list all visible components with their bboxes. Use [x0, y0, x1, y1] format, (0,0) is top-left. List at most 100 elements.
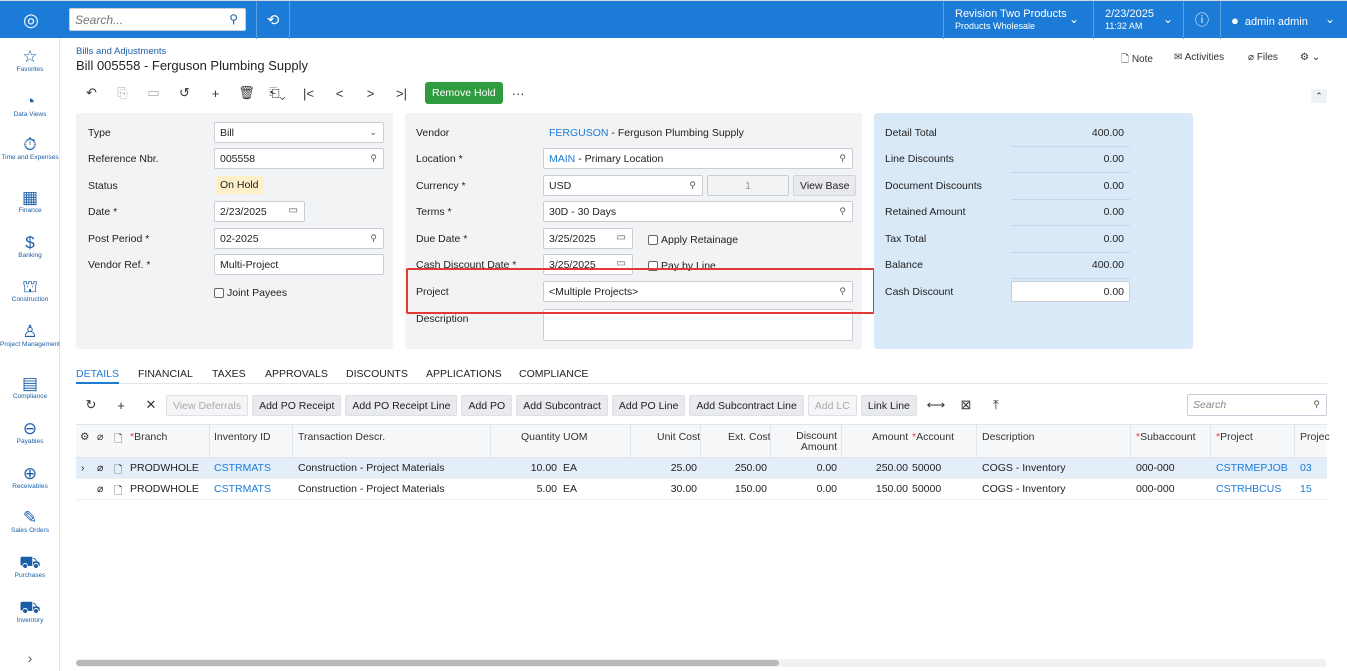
cell-project[interactable]: CSTRHBCUS	[1216, 483, 1281, 495]
upload-icon[interactable]: ⤒	[981, 397, 1011, 413]
column-ext-cost[interactable]: Ext. Cost	[728, 431, 771, 443]
search-icon[interactable]: ⚲	[839, 206, 846, 217]
add-row-icon[interactable]: +	[106, 398, 136, 413]
cell-task[interactable]: 15	[1300, 483, 1312, 495]
add-icon[interactable]: +	[200, 86, 231, 101]
tab-financial[interactable]: FINANCIAL	[138, 368, 193, 380]
view-deferrals-button[interactable]: View Deferrals	[166, 394, 249, 416]
delete-row-icon[interactable]: ✕	[136, 397, 166, 413]
vendor-ref-field[interactable]: Multi-Project	[214, 254, 384, 275]
column-project[interactable]: *Project	[1216, 431, 1253, 443]
company-selector[interactable]: Revision Two Products Products Wholesale…	[943, 1, 1093, 39]
checkbox-icon[interactable]	[214, 288, 224, 298]
sidebar-item-favorites[interactable]: ☆ Favorites	[0, 48, 60, 74]
previous-record-icon[interactable]: <	[324, 86, 355, 101]
column-discount-amount[interactable]: Discount Amount	[787, 431, 837, 453]
cell-project[interactable]: CSTRMEPJOB	[1216, 462, 1288, 474]
sidebar-item-data-views[interactable]: ◔ Data Views	[0, 93, 60, 119]
apply-retainage-checkbox[interactable]: Apply Retainage	[648, 234, 738, 246]
activities-button[interactable]: ✉ Activities	[1174, 52, 1224, 63]
copy-paste-icon[interactable]: ⎗⌄	[262, 85, 293, 101]
refresh-icon[interactable]: ↻	[76, 397, 106, 413]
paperclip-icon[interactable]: ⌀	[97, 483, 103, 495]
breadcrumb[interactable]: Bills and Adjustments	[76, 46, 166, 57]
expand-row-icon[interactable]: ›	[81, 462, 85, 474]
user-menu[interactable]: ● admin admin ⌄	[1221, 1, 1347, 39]
sidebar-item-sales-orders[interactable]: ✎ Sales Orders	[0, 509, 60, 535]
search-icon[interactable]: ⚲	[370, 153, 377, 164]
search-icon[interactable]: ⚲	[370, 233, 377, 244]
grid-search-input[interactable]: Search ⚲	[1187, 394, 1327, 416]
delete-icon[interactable]: 🗑	[231, 85, 262, 101]
add-po-receipt-button[interactable]: Add PO Receipt	[252, 394, 342, 416]
column-settings-icon[interactable]: ⚙	[80, 431, 89, 443]
add-subcontract-button[interactable]: Add Subcontract	[516, 394, 608, 416]
scrollbar-thumb[interactable]	[76, 660, 779, 666]
calendar-icon[interactable]: ▭	[289, 205, 298, 216]
calendar-icon[interactable]: ▭	[617, 232, 626, 243]
column-transaction-descr[interactable]: Transaction Descr.	[298, 431, 385, 443]
add-lc-button[interactable]: Add LC	[807, 394, 857, 416]
column-branch[interactable]: *Branch	[130, 431, 167, 443]
next-record-icon[interactable]: >	[355, 86, 386, 101]
joint-payees-checkbox[interactable]: Joint Payees	[214, 287, 287, 299]
cancel-icon[interactable]: ↺	[169, 85, 200, 101]
add-po-receipt-line-button[interactable]: Add PO Receipt Line	[345, 394, 458, 416]
sidebar-item-inventory[interactable]: ⛟ Inventory	[0, 599, 60, 625]
column-inventory-id[interactable]: Inventory ID	[214, 431, 271, 443]
horizontal-scrollbar[interactable]	[76, 659, 1327, 667]
column-quantity[interactable]: Quantity	[521, 431, 560, 443]
add-po-button[interactable]: Add PO	[461, 394, 513, 416]
link-line-button[interactable]: Link Line	[860, 394, 917, 416]
first-record-icon[interactable]: |<	[293, 86, 324, 101]
currency-field[interactable]: USD ⚲	[543, 175, 703, 196]
global-search-input[interactable]	[70, 9, 220, 30]
acumatica-logo-icon[interactable]: ◎	[0, 1, 62, 39]
fit-columns-icon[interactable]: ⟷	[921, 397, 951, 413]
note-icon[interactable]: 🗋	[114, 483, 122, 501]
more-actions-icon[interactable]: ···	[503, 86, 534, 101]
location-field[interactable]: MAIN - Primary Location ⚲	[543, 148, 853, 169]
note-button[interactable]: 🗋 Note	[1121, 52, 1153, 69]
tab-compliance[interactable]: COMPLIANCE	[519, 368, 588, 380]
tab-details[interactable]: DETAILS	[76, 368, 119, 384]
type-select[interactable]: Bill ⌄	[214, 122, 384, 143]
search-icon[interactable]: ⚲	[689, 180, 696, 191]
save-icon[interactable]: ▭	[138, 85, 169, 101]
sidebar-item-time-and-expenses[interactable]: ⏱ Time and Expenses	[0, 136, 60, 162]
sidebar-item-receivables[interactable]: ⊕ Receivables	[0, 465, 60, 491]
sidebar-item-purchases[interactable]: ⛟ Purchases	[0, 554, 60, 580]
table-row[interactable]: ⌀ 🗋 PRODWHOLE CSTRMATS Construction - Projec…	[76, 479, 1327, 500]
column-project-task[interactable]: Projec	[1300, 431, 1330, 443]
save-close-icon[interactable]: ⎘	[107, 85, 138, 101]
checkbox-icon[interactable]	[648, 235, 658, 245]
cell-inventory-id[interactable]: CSTRMATS	[214, 483, 271, 495]
sidebar-item-payables[interactable]: ⊖ Payables	[0, 420, 60, 446]
search-icon[interactable]: ⚲	[839, 153, 846, 164]
cell-inventory-id[interactable]: CSTRMATS	[214, 462, 271, 474]
table-row[interactable]: › ⌀ 🗋 PRODWHOLE CSTRMATS Construction - Proje…	[76, 458, 1327, 479]
note-icon[interactable]: 🗋	[114, 462, 122, 480]
global-search[interactable]: ⚲	[69, 8, 246, 31]
post-period-field[interactable]: 02-2025 ⚲	[214, 228, 384, 249]
column-unit-cost[interactable]: Unit Cost	[657, 431, 700, 443]
column-amount[interactable]: Amount	[872, 431, 908, 443]
tab-applications[interactable]: APPLICATIONS	[426, 368, 502, 380]
due-date-field[interactable]: 3/25/2025 ▭	[543, 228, 633, 249]
history-icon[interactable]: ⟲	[256, 1, 290, 39]
sidebar-item-finance[interactable]: ▦ Finance	[0, 189, 60, 215]
export-excel-icon[interactable]: ⊠	[951, 397, 981, 413]
files-button[interactable]: ⌀ Files	[1248, 52, 1278, 63]
settings-menu[interactable]: ⚙ ⌄	[1300, 52, 1320, 63]
paperclip-icon[interactable]: ⌀	[97, 462, 103, 474]
last-record-icon[interactable]: >|	[386, 86, 417, 101]
reference-field[interactable]: 005558 ⚲	[214, 148, 384, 169]
search-icon[interactable]: ⚲	[1313, 399, 1320, 410]
help-icon[interactable]: ⓘ	[1183, 1, 1221, 39]
add-subcontract-line-button[interactable]: Add Subcontract Line	[689, 394, 804, 416]
cash-discount-field[interactable]: 0.00	[1011, 281, 1130, 302]
undo-icon[interactable]: ↶	[76, 85, 107, 101]
cell-task[interactable]: 03	[1300, 462, 1312, 474]
sidebar-item-construction[interactable]: ⛫ Construction	[0, 278, 60, 304]
column-uom[interactable]: UOM	[563, 431, 588, 443]
